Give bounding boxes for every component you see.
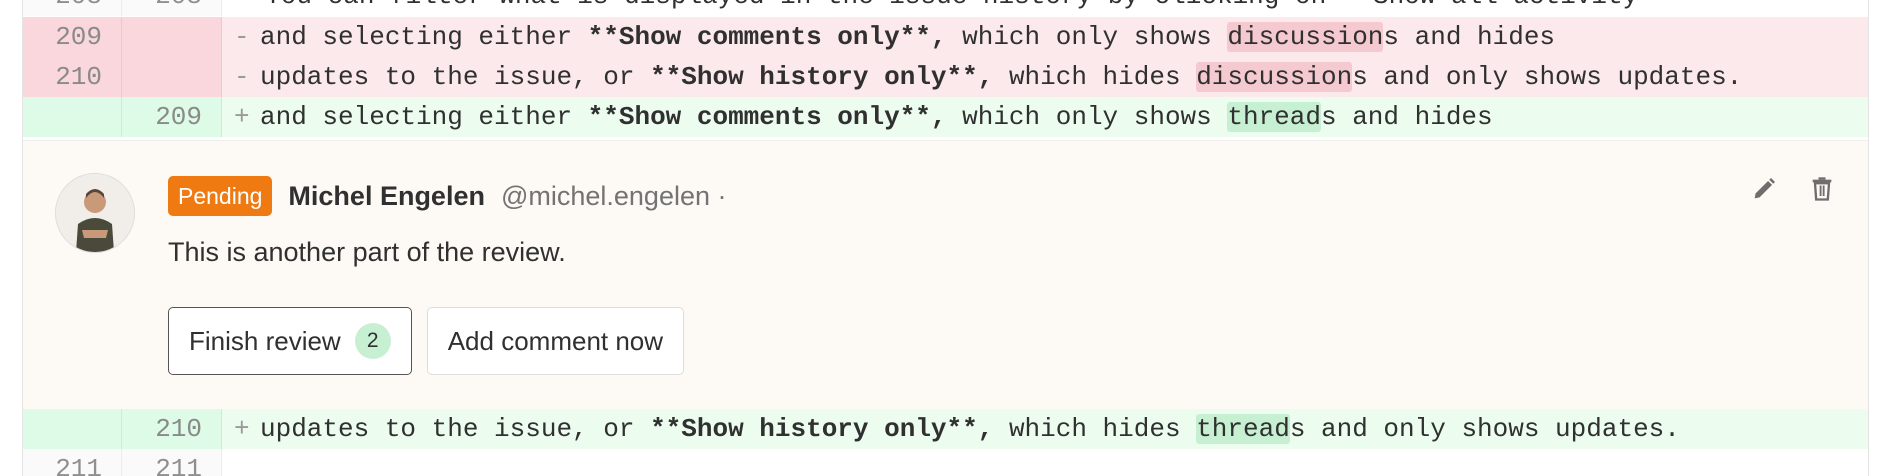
highlighted-change: discussion [1227,22,1384,52]
trash-icon[interactable] [1808,175,1836,203]
diff-line-removed: 210 - updates to the issue, or **Show his… [23,57,1868,97]
old-line-number[interactable] [23,409,122,449]
old-line-number[interactable]: 208 [23,0,122,16]
diff-sign: + [234,102,250,132]
text-segment: s and only shows updates. [1352,62,1743,92]
text-segment: which hides [993,62,1197,92]
bold-segment: **Show history only**, [650,62,994,92]
avatar-image [56,174,134,252]
note-body: This is another part of the review. [168,237,566,267]
old-line-number[interactable] [23,97,122,137]
new-line-number[interactable]: 210 [122,409,222,449]
diff-sign: - [234,62,250,92]
pending-count-badge: 2 [354,323,391,359]
bold-segment: **Show comments only**, [587,22,947,52]
old-line-number[interactable]: 211 [23,449,122,476]
line-content: + and selecting either **Show comments on… [222,97,1868,137]
text-segment: and selecting either [260,22,588,52]
pencil-icon[interactable] [1750,175,1778,203]
new-line-number[interactable] [122,57,222,97]
avatar[interactable] [55,173,135,253]
author-handle[interactable]: @michel.engelen · [501,181,727,212]
highlighted-change: discussion [1196,62,1353,92]
note-header: Pending Michel Engelen @michel.engelen · [168,176,727,216]
draft-note: Pending Michel Engelen @michel.engelen ·… [23,140,1868,410]
line-content: - and selecting either **Show comments on… [222,17,1868,57]
diff-sign: + [234,414,250,444]
old-line-number[interactable]: 209 [23,17,122,57]
author-name[interactable]: Michel Engelen [288,181,485,212]
diff-line-context: 208 208 You can filter what is displayed… [23,0,1868,16]
line-content: - updates to the issue, or **Show history… [222,57,1868,97]
highlighted-change: thread [1227,102,1321,132]
text-segment: which hides [993,414,1197,444]
diff-line-added: 210 + updates to the issue, or **Show his… [23,409,1868,449]
text-segment: updates to the issue, or [260,414,651,444]
finish-review-button[interactable]: Finish review 2 [168,307,412,375]
text-segment: s and hides [1383,22,1556,52]
diff-line-removed: 209 - and selecting either **Show comment… [23,17,1868,57]
new-line-number[interactable]: 208 [122,0,222,16]
new-line-number[interactable] [122,17,222,57]
new-line-number[interactable]: 209 [122,97,222,137]
bold-segment: **Show history only**, [650,414,994,444]
text-segment: and selecting either [260,102,588,132]
line-content: You can filter what is displayed in the … [222,0,1868,16]
text-segment: s and hides [1321,102,1493,132]
old-line-number[interactable]: 210 [23,57,122,97]
text-segment: s and only shows updates. [1289,414,1680,444]
line-content: + updates to the issue, or **Show history… [222,409,1868,449]
finish-review-label: Finish review [189,325,341,356]
text-segment: which only shows [946,102,1228,132]
note-actions [1750,175,1836,203]
diff-line-context: 211 211 [23,449,1868,476]
add-comment-now-button[interactable]: Add comment now [426,307,685,375]
line-content [222,449,1868,476]
diff-line-added: 209 + and selecting either **Show comment… [23,97,1868,137]
text-segment: which only shows [946,22,1228,52]
review-buttons: Finish review 2 Add comment now [168,307,685,375]
diff-sign: - [234,22,250,52]
text-segment: updates to the issue, or [260,62,651,92]
diff-view: 208 208 You can filter what is displayed… [22,0,1869,476]
new-line-number[interactable]: 211 [122,449,222,476]
bold-segment: **Show comments only**, [587,102,947,132]
highlighted-change: thread [1196,414,1290,444]
pending-badge: Pending [168,176,273,216]
